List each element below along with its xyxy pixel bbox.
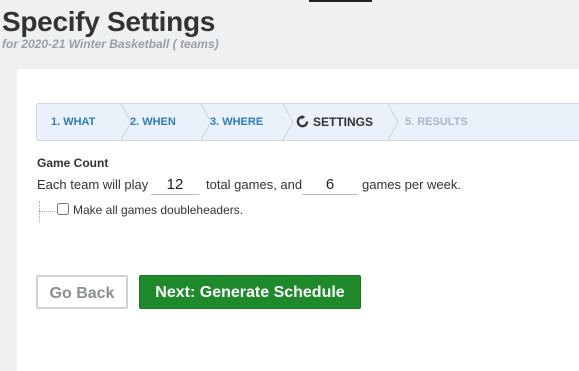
settings-panel: 1. WHAT 2. WHEN 3. WHERE SETTINGS 5. RES… <box>17 69 579 371</box>
go-back-button[interactable]: Go Back <box>36 275 128 309</box>
game-count-middle: total games, and <box>206 177 303 192</box>
chevron-right-icon <box>387 104 399 140</box>
step-settings-label: SETTINGS <box>313 115 374 129</box>
step-where[interactable]: 3. WHERE <box>210 104 263 140</box>
game-count-prefix: Each team will play <box>37 177 149 192</box>
game-count-label: Game Count <box>37 156 109 170</box>
spinner-icon <box>296 115 309 128</box>
tree-connector <box>39 211 55 212</box>
game-count-suffix: games per week. <box>362 177 461 192</box>
page-title: Specify Settings <box>2 6 216 37</box>
tree-connector <box>39 201 40 223</box>
doubleheader-checkbox[interactable] <box>57 203 69 215</box>
total-games-input[interactable] <box>151 174 199 195</box>
page-subtitle: for 2020-21 Winter Basketball ( teams) <box>2 37 219 51</box>
generate-schedule-button[interactable]: Next: Generate Schedule <box>139 275 361 309</box>
wizard-steps: 1. WHAT 2. WHEN 3. WHERE SETTINGS 5. RES… <box>36 103 579 141</box>
step-results: 5. RESULTS <box>405 116 468 128</box>
step-settings: SETTINGS <box>296 104 373 140</box>
step-when[interactable]: 2. WHEN <box>130 104 176 140</box>
step-what[interactable]: 1. WHAT <box>51 104 95 140</box>
chevron-right-icon <box>282 104 294 140</box>
doubleheader-label[interactable]: Make all games doubleheaders. <box>73 203 243 217</box>
top-divider <box>309 0 372 2</box>
games-per-week-input[interactable] <box>302 174 358 195</box>
